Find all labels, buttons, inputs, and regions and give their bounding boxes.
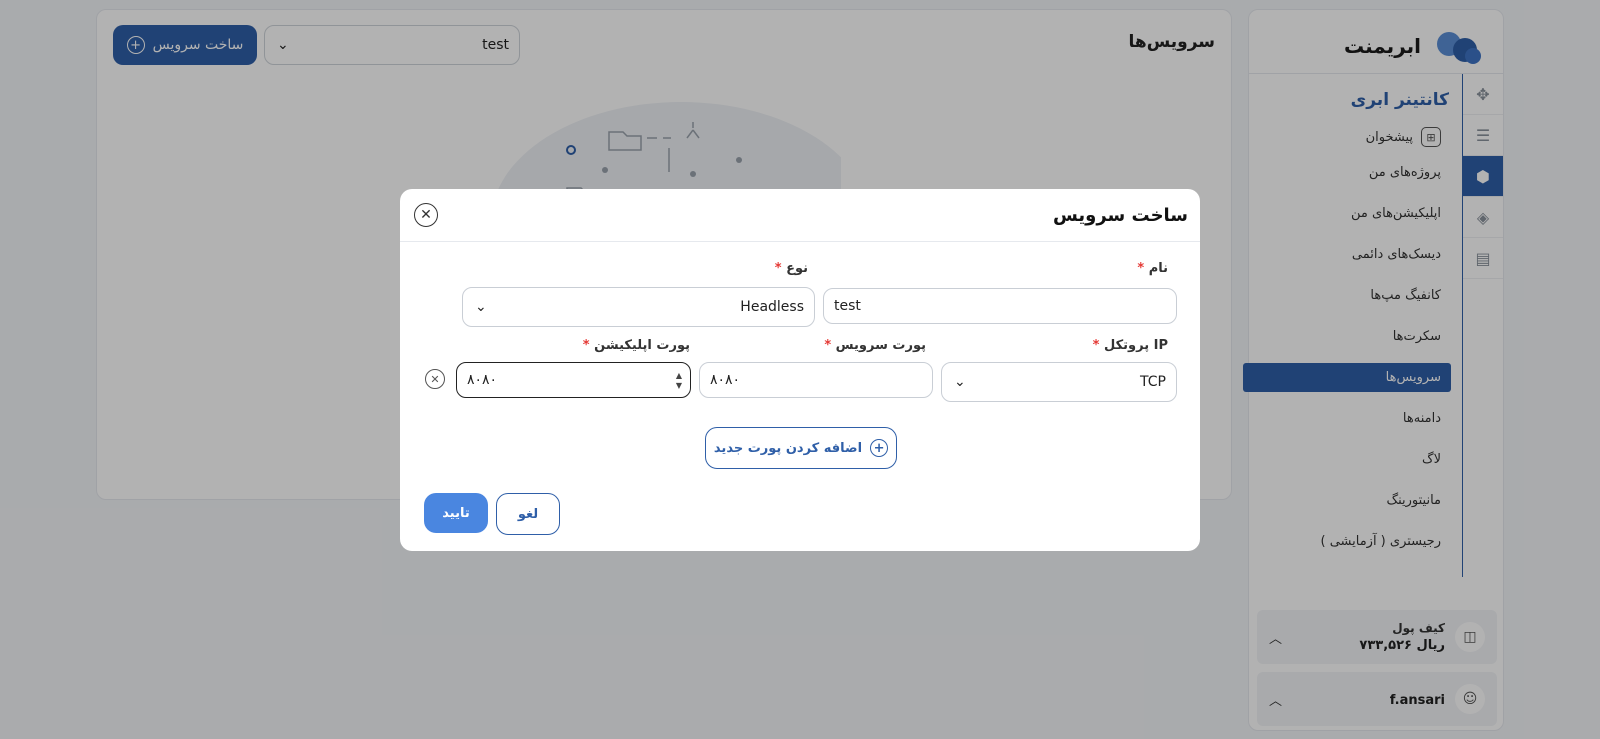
service-port-label: * پورت سرویس [820,338,926,353]
modal-title: ساخت سرویس [1052,204,1188,226]
required-mark: * [1092,338,1100,353]
stepper-down-icon[interactable]: ▼ [676,381,682,391]
required-mark: * [582,338,590,353]
required-mark: * [1137,261,1145,276]
app-port-label-text: پورت اپلیکیشن [594,338,690,353]
add-port-button[interactable]: اضافه کردن پورت جدید + [705,427,897,469]
stepper-up-icon[interactable]: ▲ [676,371,682,381]
protocol-select[interactable]: ⌄ TCP [941,362,1177,402]
type-label-text: نوع [786,261,808,276]
service-port-value: ۸۰۸۰ [710,372,741,388]
service-port-field[interactable]: ۸۰۸۰ [699,362,933,398]
name-label: * نام [1133,261,1168,276]
type-select[interactable]: ⌄ Headless [462,287,815,327]
app-port-label: * پورت اپلیکیشن [579,338,690,353]
add-port-label: اضافه کردن پورت جدید [713,440,863,456]
service-port-label-text: پورت سرویس [835,338,926,353]
protocol-label: * پروتکل IP [1089,338,1168,353]
name-field-value: test [834,298,861,314]
plus-circle-icon: + [870,439,889,457]
name-field[interactable]: test [823,288,1177,324]
chevron-down-icon: ⌄ [954,374,966,390]
app-port-value: ۸۰۸۰ [467,372,498,388]
required-mark: * [824,338,832,353]
protocol-select-value: TCP [1140,374,1166,390]
name-label-text: نام [1148,261,1168,276]
close-icon[interactable]: ✕ [414,203,438,227]
type-select-value: Headless [740,299,804,315]
protocol-label-text: پروتکل IP [1104,338,1168,353]
number-stepper[interactable]: ▲ ▼ [676,371,682,391]
required-mark: * [774,261,782,276]
chevron-down-icon: ⌄ [475,299,487,315]
modal-header: ✕ ساخت سرویس [400,189,1200,242]
cancel-button[interactable]: لغو [496,493,560,535]
confirm-button[interactable]: تایید [424,493,488,533]
remove-port-icon[interactable]: ✕ [425,369,445,389]
app-port-field[interactable]: ۸۰۸۰ ▲ ▼ [456,362,691,398]
create-service-modal: ✕ ساخت سرویس * نام * نوع test ⌄ Headless… [400,189,1200,551]
type-label: * نوع [771,261,808,276]
